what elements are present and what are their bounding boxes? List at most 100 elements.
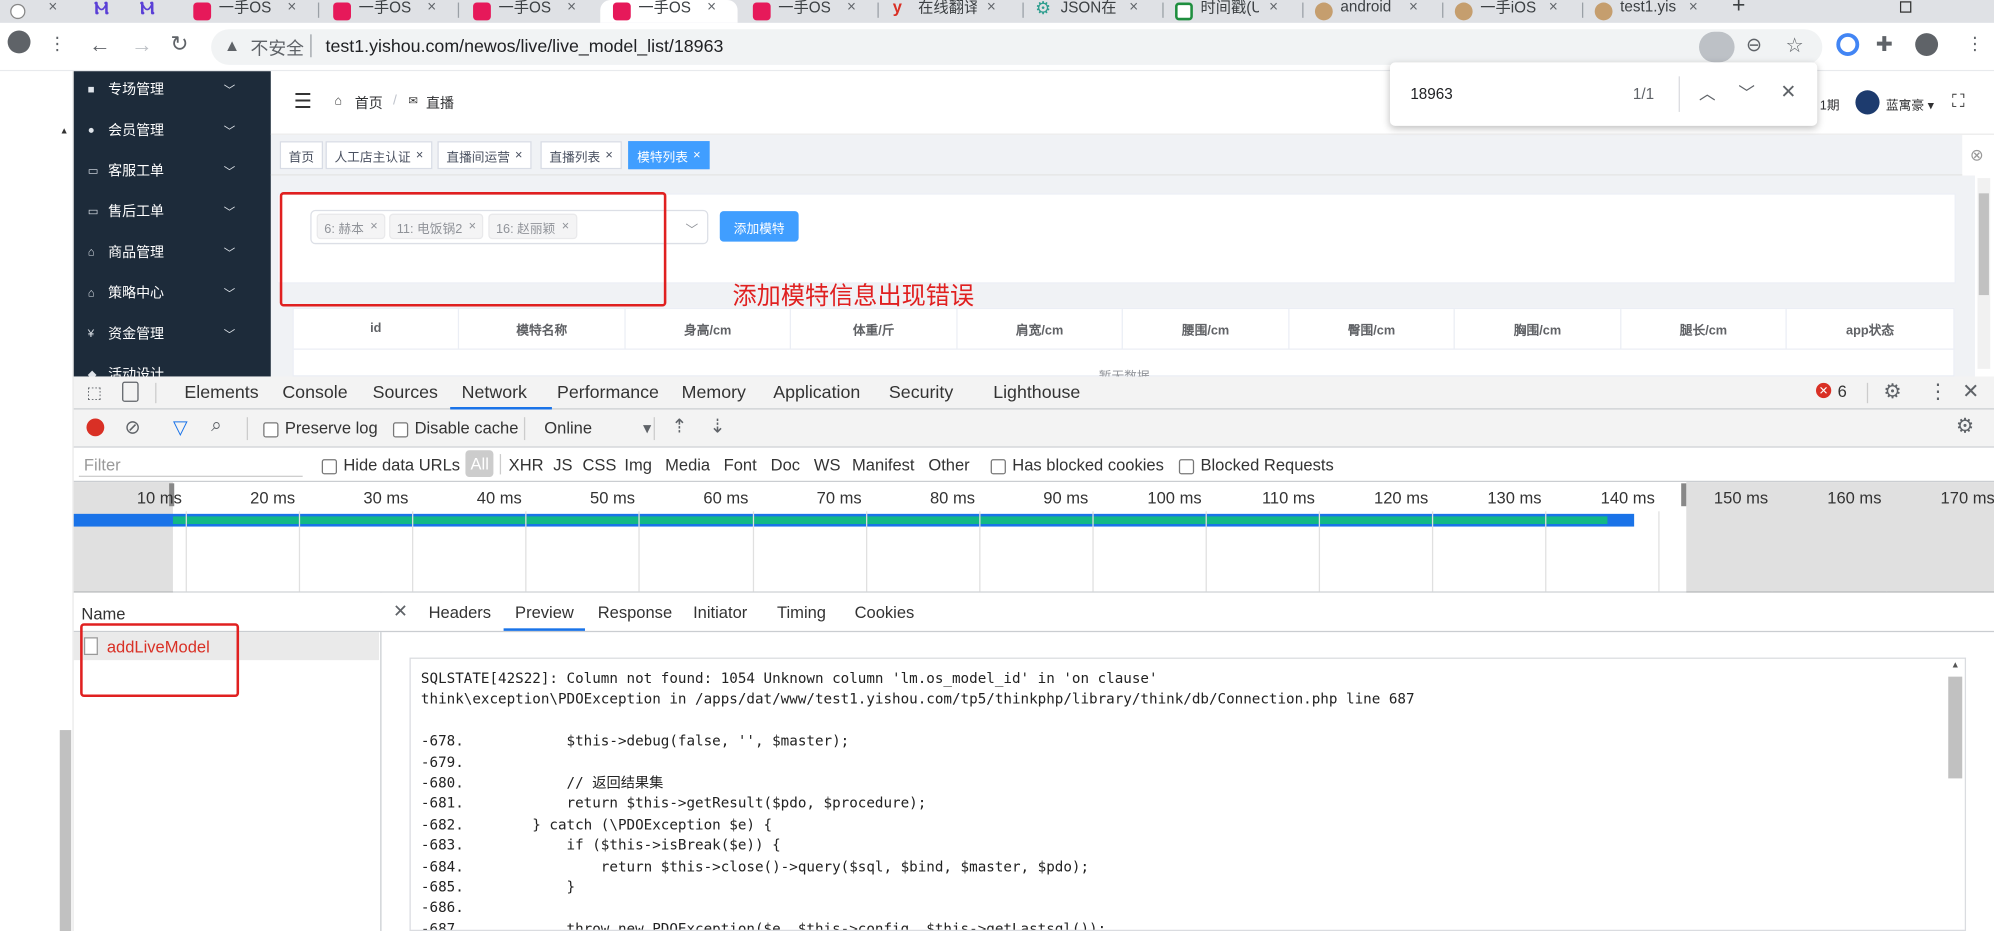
back-arrow-icon[interactable]: ←: [89, 33, 111, 58]
account-avatar-icon[interactable]: [1915, 33, 1939, 56]
tag-live-list[interactable]: 直播列表 ×: [540, 141, 622, 170]
tab-close-icon[interactable]: ×: [1549, 0, 1558, 15]
browser-tab[interactable]: test1.yis ×: [1587, 0, 1719, 23]
clear-icon[interactable]: ⊘: [125, 416, 141, 439]
tab-close-icon[interactable]: ×: [1689, 0, 1698, 15]
browser-tab[interactable]: 时间戳(U ×: [1167, 0, 1299, 23]
chrome-menu-icon[interactable]: ⋮: [1966, 33, 1984, 55]
browser-tab-partial[interactable]: ×: [0, 0, 66, 23]
tab-close-icon[interactable]: ×: [707, 0, 716, 15]
checkbox-box[interactable]: [392, 421, 409, 437]
type-filter-js[interactable]: JS: [553, 455, 572, 474]
error-count[interactable]: 6: [1838, 382, 1847, 401]
has-blocked-cookies-checkbox[interactable]: Has blocked cookies: [990, 455, 1164, 474]
type-filter-all[interactable]: All: [465, 450, 494, 477]
browser-tab[interactable]: ⚙ JSON在 ×: [1028, 0, 1160, 23]
tab-close-icon[interactable]: ×: [287, 0, 296, 15]
sidebar-item-aftersale[interactable]: ▭ 售后工单 ﹀: [74, 191, 271, 232]
close-icon[interactable]: ×: [693, 148, 700, 162]
browser-tab-pinned[interactable]: Ⲙ: [132, 0, 170, 23]
browser-tab[interactable]: 一手OS ×: [463, 0, 595, 23]
checkbox-box[interactable]: [321, 458, 338, 474]
checkbox-box[interactable]: [263, 421, 279, 437]
browser-tab[interactable]: android ×: [1307, 0, 1439, 23]
address-bar[interactable]: ▲ 不安全 test1.yishou.com/newos/live/live_m…: [211, 29, 1823, 65]
type-filter-media[interactable]: Media: [665, 455, 710, 474]
type-filter-ws[interactable]: WS: [814, 455, 841, 474]
detail-tab-initiator[interactable]: Initiator: [693, 603, 747, 622]
devtools-tab-performance[interactable]: Performance: [557, 382, 659, 402]
detail-tab-response[interactable]: Response: [598, 603, 672, 622]
checkbox-box[interactable]: [990, 458, 1006, 474]
add-model-button[interactable]: 添加模特: [719, 211, 799, 242]
close-detail-icon[interactable]: ✕: [393, 600, 408, 622]
breadcrumb-home[interactable]: 首页: [355, 93, 383, 113]
tab-close-icon[interactable]: ×: [987, 0, 996, 15]
throttle-select[interactable]: Online ▾: [544, 418, 651, 438]
import-har-icon[interactable]: ⇡: [671, 415, 687, 438]
new-tab-button[interactable]: +: [1732, 0, 1757, 23]
hide-data-urls-checkbox[interactable]: Hide data URLs: [321, 455, 460, 474]
devtools-tab-security[interactable]: Security: [889, 382, 953, 402]
checkbox-box[interactable]: [1178, 458, 1195, 474]
type-filter-doc[interactable]: Doc: [771, 455, 800, 474]
detail-tab-timing[interactable]: Timing: [777, 603, 826, 622]
profile-icon[interactable]: [7, 30, 31, 54]
devtools-tab-application[interactable]: Application: [773, 382, 860, 402]
close-circle-icon[interactable]: ⊗: [1970, 145, 1984, 165]
preview-scrollbar-thumb[interactable]: [1948, 676, 1963, 779]
find-input[interactable]: 18963: [1410, 85, 1452, 103]
preserve-log-checkbox[interactable]: Preserve log: [263, 418, 378, 438]
devtools-tab-sources[interactable]: Sources: [373, 382, 438, 402]
hamburger-menu-icon[interactable]: ☰: [294, 89, 312, 114]
search-icon[interactable]: ⌕: [211, 415, 222, 437]
tag-model-list[interactable]: 模特列表 ×: [628, 141, 710, 170]
type-filter-xhr[interactable]: XHR: [509, 455, 544, 474]
user-avatar[interactable]: [1855, 90, 1880, 115]
detail-tab-headers[interactable]: Headers: [429, 603, 491, 622]
tab-close-icon[interactable]: ×: [1409, 0, 1418, 15]
tag-manual-auth[interactable]: 人工店主认证 ×: [325, 141, 433, 170]
reload-icon[interactable]: ↻: [170, 32, 188, 57]
tag-live-room-ops[interactable]: 直播间运营 ×: [437, 141, 532, 170]
type-filter-other[interactable]: Other: [928, 455, 969, 474]
forward-arrow-icon[interactable]: →: [131, 33, 153, 58]
sidebar-item-goods[interactable]: ⌂ 商品管理 ﹀: [74, 231, 271, 272]
scroll-up-icon[interactable]: ▲: [60, 127, 69, 136]
type-filter-font[interactable]: Font: [724, 455, 757, 474]
close-icon[interactable]: ×: [605, 148, 612, 162]
scrollbar-thumb[interactable]: [59, 730, 72, 931]
device-toolbar-icon[interactable]: [122, 381, 139, 402]
devtools-tab-lighthouse[interactable]: Lighthouse: [993, 382, 1080, 402]
browser-tab[interactable]: 一手OS ×: [323, 0, 455, 23]
detail-tab-cookies[interactable]: Cookies: [855, 603, 915, 622]
tab-close-icon[interactable]: ×: [1129, 0, 1138, 15]
browser-tab[interactable]: y 在线翻译 ×: [883, 0, 1020, 23]
inspect-element-icon[interactable]: ⬚: [86, 383, 102, 403]
tab-close-icon[interactable]: ×: [48, 0, 57, 15]
browser-tab[interactable]: 一手OS ×: [183, 0, 315, 23]
overview-handle-right[interactable]: [1681, 483, 1687, 507]
find-in-page-icon[interactable]: [1698, 31, 1735, 63]
scroll-up-icon[interactable]: ▲: [1951, 661, 1960, 670]
tab-close-icon[interactable]: ×: [427, 0, 436, 15]
zoom-icon[interactable]: ⊖: [1746, 33, 1762, 56]
type-filter-manifest[interactable]: Manifest: [852, 455, 914, 474]
tab-close-icon[interactable]: ×: [567, 0, 576, 15]
name-column-header[interactable]: Name: [81, 604, 125, 623]
user-name[interactable]: 蓝寓豪 ▾: [1886, 94, 1934, 113]
record-icon[interactable]: [86, 418, 105, 437]
blocked-requests-checkbox[interactable]: Blocked Requests: [1178, 455, 1334, 474]
tab-close-icon[interactable]: ×: [847, 0, 856, 15]
close-devtools-icon[interactable]: ✕: [1962, 379, 1979, 404]
close-icon[interactable]: ×: [515, 148, 522, 162]
page-scrollbar-thumb[interactable]: [1978, 193, 1989, 296]
sidebar-item-strategy[interactable]: ⌂ 策略中心 ﹀: [74, 272, 271, 313]
tab-close-icon[interactable]: ×: [1269, 0, 1278, 15]
extension-icon[interactable]: [1836, 33, 1860, 56]
error-icon[interactable]: ✕: [1815, 382, 1832, 399]
devtools-tab-network[interactable]: Network: [462, 382, 527, 402]
network-settings-gear-icon[interactable]: ⚙: [1956, 413, 1974, 438]
export-har-icon[interactable]: ⇣: [710, 415, 726, 438]
more-vert-icon[interactable]: ⋮: [48, 33, 66, 55]
